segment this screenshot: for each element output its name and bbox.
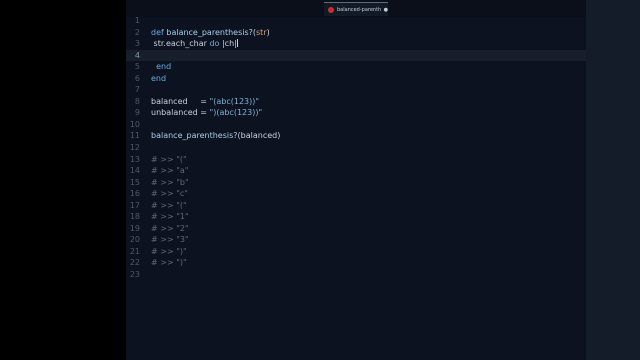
line-number: 7 xyxy=(134,85,140,95)
code-token: balance_parenthesis? xyxy=(166,27,253,37)
line-text: # >> "1" xyxy=(151,211,189,223)
line-text: # >> "b" xyxy=(151,177,189,189)
code-token: balanced = xyxy=(151,96,210,106)
code-area[interactable]: 1 2 def balance_parenthesis?(str) 3 str.eac… xyxy=(126,15,586,281)
unsaved-dot-icon[interactable]: ● xyxy=(384,7,388,13)
code-token: balance_parenthesis? xyxy=(151,131,238,141)
line-text: end xyxy=(151,73,166,85)
line-number: 15 xyxy=(129,177,140,187)
right-panel xyxy=(586,0,640,360)
code-line[interactable]: 15 # >> "b" xyxy=(126,177,586,189)
line-number: 12 xyxy=(129,143,140,153)
code-line[interactable]: 22 # >> ")" xyxy=(126,257,586,269)
line-text: # >> "2" xyxy=(151,223,189,235)
code-token: # >> "a" xyxy=(151,166,189,176)
line-text: # >> ")" xyxy=(151,257,187,269)
line-text: # >> "(" xyxy=(151,200,187,212)
code-line[interactable]: 17 # >> "(" xyxy=(126,200,586,212)
code-token: # >> "3" xyxy=(151,235,189,245)
code-token: |ch| xyxy=(219,39,237,49)
code-token: unbalanced = xyxy=(151,108,210,118)
code-token: # >> "(" xyxy=(151,154,187,164)
code-editor[interactable]: balanced-parenthesis... ● 12def balance_… xyxy=(126,0,586,360)
code-token: # >> "1" xyxy=(151,212,189,222)
code-token: str.each_char xyxy=(151,39,210,49)
line-number: 21 xyxy=(129,246,140,256)
code-token: # >> "(" xyxy=(151,200,187,210)
tab-label: balanced-parenthesis... xyxy=(337,6,381,13)
line-number: 17 xyxy=(129,200,140,210)
line-number: 16 xyxy=(129,189,140,199)
line-number: 6 xyxy=(134,73,140,83)
ruby-file-icon xyxy=(328,6,334,13)
code-token: ")(abc(123))" xyxy=(209,108,263,118)
code-token: "(abc(123))" xyxy=(209,96,260,106)
code-line[interactable]: 18 # >> "1" xyxy=(126,211,586,223)
line-text: # >> ")" xyxy=(151,246,187,258)
line-number: 20 xyxy=(129,235,140,245)
line-number: 14 xyxy=(129,166,140,176)
line-text: balanced = "(abc(123))" xyxy=(151,96,259,108)
line-text: # >> "3" xyxy=(151,234,189,246)
code-token: # >> ")" xyxy=(151,258,187,268)
code-line[interactable]: 6 end xyxy=(126,73,586,85)
code-line[interactable]: 23 xyxy=(126,269,586,281)
code-line[interactable]: 14 # >> "a" xyxy=(126,165,586,177)
line-text: # >> "a" xyxy=(151,165,188,177)
line-number: 9 xyxy=(134,108,140,118)
code-line[interactable]: 5 end xyxy=(126,61,586,73)
code-line[interactable]: 19 # >> "2" xyxy=(126,223,586,235)
code-line[interactable]: 10 xyxy=(126,119,586,131)
code-line[interactable]: 13 # >> "(" xyxy=(126,154,586,166)
code-line[interactable]: 7 xyxy=(126,84,586,96)
line-number: 8 xyxy=(134,96,140,106)
code-line[interactable]: 21 # >> ")" xyxy=(126,246,586,258)
line-number: 19 xyxy=(129,223,140,233)
code-token: end xyxy=(151,73,167,83)
line-text: unbalanced = ")(abc(123))" xyxy=(151,107,262,119)
code-line[interactable]: 12 xyxy=(126,142,586,154)
code-token: end xyxy=(151,62,172,72)
code-token: def xyxy=(151,27,167,37)
line-text: balance_parenthesis?(balanced) xyxy=(151,130,280,142)
code-token: # >> "2" xyxy=(151,223,189,233)
code-token: (balanced) xyxy=(237,131,281,141)
code-line[interactable]: 9 unbalanced = ")(abc(123))" xyxy=(126,107,586,119)
line-number: 4 xyxy=(134,50,140,60)
text-cursor xyxy=(236,39,238,48)
line-text: end xyxy=(151,61,171,73)
line-number: 23 xyxy=(129,270,140,280)
line-number: 3 xyxy=(134,39,140,49)
line-text: def balance_parenthesis?(str) xyxy=(151,27,270,39)
line-number: 1 xyxy=(134,16,140,25)
line-number: 22 xyxy=(129,258,140,268)
line-number: 2 xyxy=(134,27,140,37)
code-token: do xyxy=(209,39,220,49)
line-text: str.each_char do |ch| xyxy=(151,38,238,50)
line-text: # >> "c" xyxy=(151,188,188,200)
code-token: str xyxy=(256,27,267,37)
line-number: 18 xyxy=(129,212,140,222)
line-text: # >> "(" xyxy=(151,154,187,166)
code-token: ) xyxy=(266,27,270,37)
line-number: 5 xyxy=(134,62,140,72)
code-line[interactable]: 4 xyxy=(126,49,586,62)
code-line[interactable]: 20 # >> "3" xyxy=(126,234,586,246)
line-number: 13 xyxy=(129,154,140,164)
code-line[interactable]: 3 str.each_char do |ch| xyxy=(126,38,586,50)
code-line[interactable]: 8 balanced = "(abc(123))" xyxy=(126,96,586,108)
tab-balanced-parenthesis[interactable]: balanced-parenthesis... ● xyxy=(324,2,388,16)
code-token: # >> "c" xyxy=(151,189,188,199)
code-line[interactable]: 2 def balance_parenthesis?(str) xyxy=(126,27,586,39)
code-line[interactable]: 1 xyxy=(126,15,586,27)
line-number: 11 xyxy=(129,131,140,141)
code-line[interactable]: 11 balance_parenthesis?(balanced) xyxy=(126,130,586,142)
line-number: 10 xyxy=(129,119,140,129)
code-token: # >> ")" xyxy=(151,246,187,256)
code-line[interactable]: 16 # >> "c" xyxy=(126,188,586,200)
code-token: # >> "b" xyxy=(151,177,189,187)
